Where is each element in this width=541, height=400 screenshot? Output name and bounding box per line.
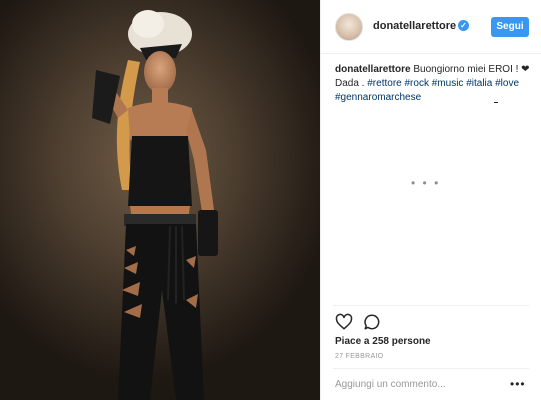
hashtag-link[interactable]: #italia xyxy=(466,78,492,89)
post-header: donatellarettore ✓ Segui xyxy=(321,0,541,54)
more-options-icon[interactable]: ••• xyxy=(510,377,526,391)
hashtag-link[interactable]: #music xyxy=(432,78,464,89)
actions-divider xyxy=(333,305,529,306)
hashtag-link[interactable]: #gennaromarchese xyxy=(335,92,421,103)
photo-illustration xyxy=(92,10,218,400)
post-details-panel: donatellarettore ✓ Segui donatellarettor… xyxy=(320,0,541,400)
follow-button[interactable]: Segui xyxy=(491,17,529,37)
verified-badge-icon: ✓ xyxy=(458,20,469,31)
post-date: 27 FEBBRAIO xyxy=(335,353,384,360)
caption-username-link[interactable]: donatellarettore xyxy=(335,64,411,75)
loading-indicator: • • • xyxy=(411,176,441,190)
heart-icon[interactable] xyxy=(335,313,353,331)
comment-input[interactable] xyxy=(335,376,505,392)
hashtag-link[interactable]: #rock xyxy=(405,78,429,89)
comment-icon[interactable] xyxy=(363,313,381,331)
likes-count[interactable]: Piace a 258 persone xyxy=(335,336,431,347)
post-photo[interactable] xyxy=(0,0,320,400)
hashtag-link[interactable]: #love xyxy=(495,78,519,89)
avatar[interactable] xyxy=(335,13,363,41)
hashtag-link[interactable]: #rettore xyxy=(367,78,401,89)
comment-divider xyxy=(333,368,529,369)
username-link[interactable]: donatellarettore xyxy=(373,20,456,32)
post-caption: donatellarettore Buongiorno miei EROI ! … xyxy=(335,63,535,105)
caption-divider xyxy=(494,102,498,103)
